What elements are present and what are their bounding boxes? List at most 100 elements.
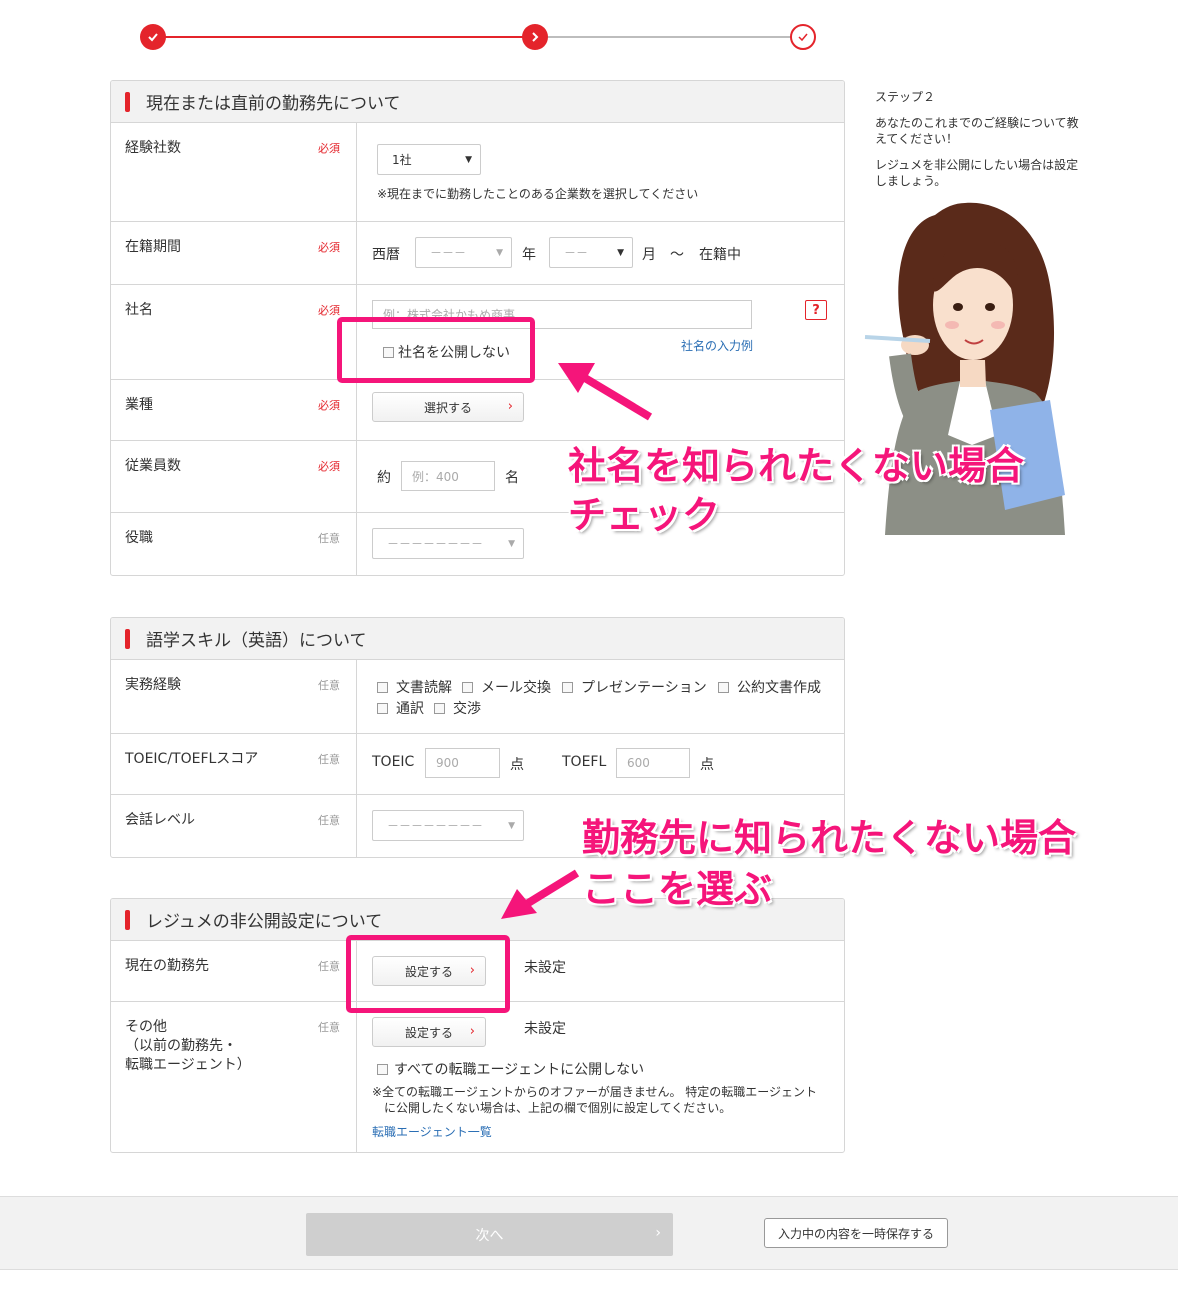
side-text-line-2: えてください！	[875, 132, 959, 146]
label-line-3: 転職エージェント）	[125, 1057, 251, 1073]
save-draft-button[interactable]: 入力中の内容を一時保存する	[764, 1218, 948, 1248]
section-bar	[125, 909, 130, 930]
section-bar	[125, 628, 130, 649]
input-placeholder: 例：400	[412, 469, 459, 484]
tenure-label: 在籍期間 必須	[111, 222, 357, 284]
step-2-current-chevron-icon	[522, 24, 548, 50]
era-label: 西暦	[372, 247, 400, 263]
checkbox-box[interactable]	[434, 702, 445, 714]
chevron-right-icon: ›	[469, 1024, 475, 1039]
experience-option-email[interactable]: メール交換	[462, 677, 551, 697]
employees-input[interactable]: 例：400	[401, 461, 495, 491]
label-text: 在籍期間	[125, 239, 181, 255]
checkbox-label: 文書読解	[396, 680, 452, 696]
button-label: 次へ	[475, 1227, 504, 1244]
toefl-score-input[interactable]: 600	[616, 748, 690, 778]
select-value: －－－	[430, 246, 467, 260]
checkbox-label: メール交換	[481, 680, 551, 696]
next-button[interactable]: 次へ ›	[306, 1213, 673, 1256]
employees-label: 従業員数 必須	[111, 441, 357, 512]
current-employer-label: 現在の勤務先 任意	[111, 941, 357, 1001]
companies-count-select[interactable]: 1社 ▼	[377, 144, 481, 175]
checkbox-label: プレゼンテーション	[581, 680, 707, 696]
position-label: 役職 任意	[111, 513, 357, 575]
highlight-current-employer-button	[346, 935, 510, 1013]
tenure-month-select[interactable]: －－ ▼	[549, 237, 633, 268]
annotation-arrow-1-icon	[558, 363, 653, 421]
progress-stepper	[140, 24, 816, 50]
checkbox-label: 交渉	[453, 701, 481, 717]
progress-line-complete	[164, 36, 524, 38]
label-text: 経験社数	[125, 140, 181, 156]
toeic-label: TOEIC	[372, 754, 415, 770]
select-value: －－－－－－－－	[387, 819, 484, 833]
experience-label: 実務経験 任意	[111, 660, 357, 733]
required-tag: 必須	[318, 304, 340, 317]
optional-tag: 任意	[318, 814, 340, 827]
checkbox-box[interactable]	[462, 681, 473, 693]
button-label: 選択する	[423, 400, 472, 415]
label-text: 現在の勤務先	[125, 958, 209, 974]
row-tenure: 在籍期間 必須 西暦 －－－ ▼ 年 －－ ▼ 月 ～ 在籍中	[111, 222, 844, 285]
hide-all-note-line-2: に公開したくない場合は、上記の欄で個別に設定してください。	[384, 1101, 732, 1115]
annotation-text-1-line-1: 社名を知られたくない場合	[568, 444, 1025, 488]
conversation-level-select[interactable]: －－－－－－－－ ▼	[372, 810, 524, 841]
experience-option-reading[interactable]: 文書読解	[377, 677, 452, 697]
checkbox-box[interactable]	[562, 681, 573, 693]
employees-unit: 名	[505, 470, 519, 486]
optional-tag: 任意	[318, 679, 340, 692]
dropdown-arrow-icon: ▼	[496, 248, 503, 258]
progress-line-pending	[524, 36, 792, 38]
button-label: 設定する	[404, 1025, 453, 1040]
position-select[interactable]: －－－－－－－－ ▼	[372, 528, 524, 559]
toeic-score-input[interactable]: 900	[425, 748, 500, 778]
experience-option-presentation[interactable]: プレゼンテーション	[562, 677, 707, 697]
input-placeholder: 600	[627, 756, 650, 770]
checkbox-box[interactable]	[377, 702, 388, 714]
toeic-unit: 点	[510, 757, 524, 773]
agent-list-link[interactable]: 転職エージェント一覧	[372, 1123, 492, 1140]
optional-tag: 任意	[318, 532, 340, 545]
checkbox-box[interactable]	[718, 681, 729, 693]
label-text: 会話レベル	[125, 812, 195, 828]
select-value: －－－－－－－－	[387, 537, 484, 551]
help-icon[interactable]: ?	[805, 300, 827, 320]
industry-select-button[interactable]: 選択する ›	[372, 392, 524, 422]
optional-tag: 任意	[318, 960, 340, 973]
optional-tag: 任意	[318, 1021, 340, 1034]
work-section-header: 現在または直前の勤務先について	[111, 81, 844, 123]
label-text: 従業員数	[125, 458, 181, 474]
checkbox-label: 通訳	[396, 701, 424, 717]
dropdown-arrow-icon: ▼	[508, 821, 515, 831]
companies-count-note: ※現在までに勤務したことのある企業数を選択してください	[377, 187, 699, 201]
checkbox-box[interactable]	[377, 681, 388, 693]
side-text-line-4: しましょう。	[875, 174, 947, 188]
other-set-button[interactable]: 設定する ›	[372, 1017, 486, 1047]
toefl-label: TOEFL	[562, 754, 607, 770]
annotation-text-2-line-1: 勤務先に知られたくない場合	[582, 816, 1077, 860]
language-section-header: 語学スキル（英語）について	[111, 618, 844, 660]
section-bar	[125, 91, 130, 112]
current-employer-status: 未設定	[524, 960, 566, 976]
row-companies-count: 経験社数 必須 1社 ▼ ※現在までに勤務したことのある企業数を選択してください	[111, 123, 844, 222]
step-3-pending-check-icon	[790, 24, 816, 50]
scores-label: TOEIC/TOEFLスコア 任意	[111, 734, 357, 794]
input-placeholder: 900	[436, 756, 459, 770]
row-other-employers: その他 （以前の勤務先・ 転職エージェント） 任意 設定する › 未設定 すべて…	[111, 1002, 844, 1152]
hide-all-agents-checkbox[interactable]: すべての転職エージェントに公開しない	[377, 1059, 644, 1079]
other-label: その他 （以前の勤務先・ 転職エージェント） 任意	[111, 1002, 357, 1152]
label-text: TOEIC/TOEFLスコア	[125, 751, 259, 767]
tenure-year-select[interactable]: －－－ ▼	[415, 237, 512, 268]
other-status: 未設定	[524, 1021, 566, 1037]
checkbox-box[interactable]	[377, 1063, 388, 1075]
label-text: 業種	[125, 397, 153, 413]
companies-count-label: 経験社数 必須	[111, 123, 357, 221]
hide-all-note-line-1: ※全ての転職エージェントからのオファーが届きません。 特定の転職エージェント	[372, 1085, 818, 1099]
experience-option-documents[interactable]: 公約文書作成	[718, 677, 821, 697]
dropdown-arrow-icon: ▼	[508, 539, 515, 549]
experience-option-interpreting[interactable]: 通訳	[377, 698, 424, 718]
company-name-example-link[interactable]: 社名の入力例	[681, 337, 753, 354]
row-industry: 業種 必須 選択する ›	[111, 380, 844, 441]
experience-option-negotiation[interactable]: 交渉	[434, 698, 481, 718]
chevron-right-icon: ›	[655, 1225, 661, 1241]
